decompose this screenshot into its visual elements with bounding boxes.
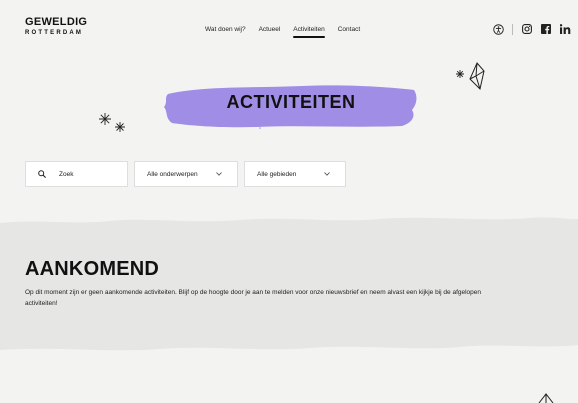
area-select-value: Alle gebieden xyxy=(257,170,297,178)
nav-item-actueel[interactable]: Actueel xyxy=(259,26,281,33)
instagram-icon[interactable] xyxy=(521,23,533,35)
sparkle-icon xyxy=(115,122,125,132)
site-header: GEWELDIG ROTTERDAM Wat doen wij? Actueel… xyxy=(0,0,578,56)
search-field[interactable] xyxy=(25,161,129,187)
diamond-icon xyxy=(538,393,554,403)
topic-select-value: Alle onderwerpen xyxy=(147,170,198,178)
search-icon xyxy=(38,170,46,178)
section-title-upcoming: AANKOMEND xyxy=(25,258,160,280)
social-links xyxy=(492,23,571,35)
sparkle-icon xyxy=(99,113,111,125)
main-nav: Wat doen wij? Actueel Activiteiten Conta… xyxy=(205,26,360,38)
chevron-down-icon xyxy=(324,172,330,176)
facebook-icon[interactable] xyxy=(540,23,552,35)
chevron-down-icon xyxy=(216,172,222,176)
linkedin-icon[interactable] xyxy=(559,23,571,35)
social-divider xyxy=(512,23,513,35)
sparkle-icon xyxy=(456,70,464,78)
topic-select[interactable]: Alle onderwerpen xyxy=(134,161,238,187)
search-input[interactable] xyxy=(59,170,129,178)
logo-line-2: ROTTERDAM xyxy=(25,30,84,36)
nav-item-activiteiten[interactable]: Activiteiten xyxy=(293,26,326,38)
page-title: ACTIVITEITEN xyxy=(226,92,356,112)
logo-line-1: GEWELDIG xyxy=(25,16,88,28)
upcoming-message: Op dit moment zijn er geen aankomende ac… xyxy=(25,289,482,307)
area-select[interactable]: Alle gebieden xyxy=(244,161,346,187)
diamond-icon xyxy=(469,62,485,90)
filter-bar: Alle onderwerpen Alle gebieden xyxy=(25,161,346,187)
upcoming-section-background xyxy=(0,217,578,351)
nav-item-wat-doen-wij[interactable]: Wat doen wij? xyxy=(205,26,246,33)
site-logo[interactable]: GEWELDIG ROTTERDAM xyxy=(25,16,88,37)
accessibility-icon[interactable] xyxy=(492,23,504,35)
nav-item-contact[interactable]: Contact xyxy=(338,26,360,33)
